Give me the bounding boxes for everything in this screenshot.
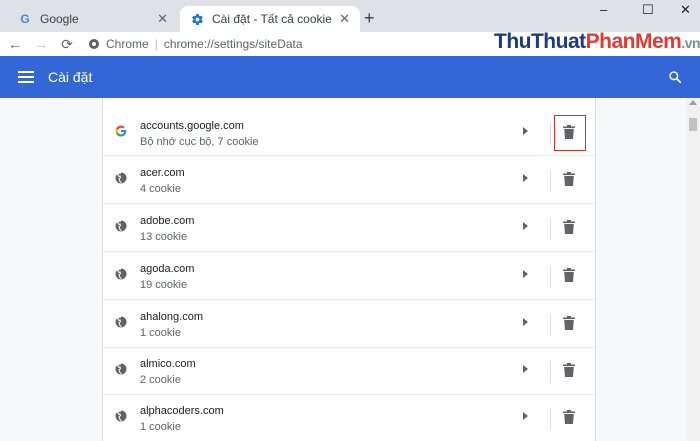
- address-bar[interactable]: Chrome | chrome://settings/siteData: [88, 32, 303, 56]
- tab-title: Google: [40, 12, 79, 26]
- tab-strip: G Google ✕ Cài đặt - Tất cả cookie và dữ…: [0, 0, 700, 32]
- row-divider: [550, 218, 551, 240]
- tab-settings[interactable]: Cài đặt - Tất cả cookie và dữ liệu ✕: [180, 6, 360, 32]
- arrow-right-icon[interactable]: [523, 318, 528, 326]
- arrow-right-icon[interactable]: [523, 365, 528, 373]
- close-window-icon[interactable]: ✕: [680, 2, 691, 18]
- scrollbar[interactable]: [686, 98, 700, 441]
- trash-icon[interactable]: [563, 220, 575, 234]
- gear-icon: [190, 12, 204, 26]
- site-name: acer.com: [140, 167, 185, 179]
- settings-content: accounts.google.com Bộ nhớ cục bộ, 7 coo…: [0, 98, 686, 441]
- site-row[interactable]: accounts.google.com Bộ nhớ cục bộ, 7 coo…: [103, 110, 595, 156]
- tab-title: Cài đặt - Tất cả cookie và dữ liệu: [212, 12, 333, 26]
- arrow-right-icon[interactable]: [523, 127, 528, 135]
- trash-icon[interactable]: [563, 363, 575, 377]
- site-chip: Chrome: [106, 37, 149, 51]
- site-row[interactable]: adobe.com 13 cookie: [103, 205, 595, 252]
- watermark-logo: ThuThuatPhanMem.vn: [494, 30, 700, 53]
- close-tab-icon[interactable]: ✕: [157, 11, 168, 27]
- globe-icon: [115, 363, 127, 375]
- site-row[interactable]: almico.com 2 cookie: [103, 348, 595, 395]
- site-row[interactable]: ahalong.com 1 cookie: [103, 301, 595, 348]
- trash-icon[interactable]: [563, 316, 575, 330]
- site-detail: 1 cookie: [140, 327, 181, 339]
- site-detail: 1 cookie: [140, 421, 181, 433]
- row-divider: [550, 170, 551, 192]
- url-text: chrome://settings/siteData: [163, 37, 303, 51]
- row-divider: [550, 314, 551, 336]
- globe-icon: [115, 268, 127, 280]
- site-data-list: accounts.google.com Bộ nhớ cục bộ, 7 coo…: [102, 98, 596, 441]
- tab-google[interactable]: G Google ✕: [8, 6, 178, 32]
- trash-icon[interactable]: [563, 410, 575, 424]
- settings-header: Cài đặt: [0, 56, 700, 98]
- globe-icon: [115, 316, 127, 328]
- menu-icon[interactable]: [18, 71, 34, 83]
- row-divider: [550, 266, 551, 288]
- arrow-right-icon[interactable]: [523, 222, 528, 230]
- arrow-right-icon[interactable]: [523, 174, 528, 182]
- row-divider: [550, 408, 551, 430]
- site-detail: 13 cookie: [140, 231, 188, 243]
- search-icon[interactable]: [668, 70, 682, 84]
- arrow-right-icon[interactable]: [523, 412, 528, 420]
- site-detail: Bộ nhớ cục bộ, 7 cookie: [140, 136, 259, 148]
- row-divider: [550, 123, 551, 145]
- chrome-icon: [89, 39, 99, 49]
- address-separator: |: [154, 37, 158, 51]
- site-detail: 4 cookie: [140, 183, 181, 195]
- scroll-thumb[interactable]: [689, 118, 697, 131]
- maximize-icon[interactable]: ☐: [642, 2, 654, 18]
- back-icon[interactable]: ←: [2, 36, 28, 52]
- site-row[interactable]: alphacoders.com 1 cookie: [103, 395, 595, 441]
- site-detail: 19 cookie: [140, 279, 188, 291]
- site-name: ahalong.com: [140, 311, 203, 323]
- trash-icon[interactable]: [563, 125, 575, 139]
- site-row[interactable]: acer.com 4 cookie: [103, 157, 595, 204]
- forward-icon[interactable]: →: [28, 36, 54, 52]
- site-row[interactable]: agoda.com 19 cookie: [103, 253, 595, 300]
- site-name: almico.com: [140, 358, 196, 370]
- site-name: alphacoders.com: [140, 405, 224, 417]
- google-g-icon: [115, 125, 127, 137]
- scroll-up-icon[interactable]: [689, 100, 697, 105]
- reload-icon[interactable]: ⟳: [54, 36, 80, 53]
- minimize-icon[interactable]: –: [600, 2, 607, 17]
- site-name: adobe.com: [140, 215, 195, 227]
- new-tab-icon[interactable]: +: [364, 8, 375, 28]
- row-divider: [550, 361, 551, 383]
- site-name: accounts.google.com: [140, 120, 244, 132]
- globe-icon: [115, 172, 127, 184]
- site-name: agoda.com: [140, 263, 195, 275]
- globe-icon: [115, 410, 127, 422]
- page-title: Cài đặt: [48, 69, 93, 85]
- trash-icon[interactable]: [563, 172, 575, 186]
- trash-icon[interactable]: [563, 268, 575, 282]
- arrow-right-icon[interactable]: [523, 270, 528, 278]
- google-g-icon: G: [20, 12, 30, 26]
- site-detail: 2 cookie: [140, 374, 181, 386]
- globe-icon: [115, 220, 127, 232]
- close-tab-icon[interactable]: ✕: [339, 11, 350, 27]
